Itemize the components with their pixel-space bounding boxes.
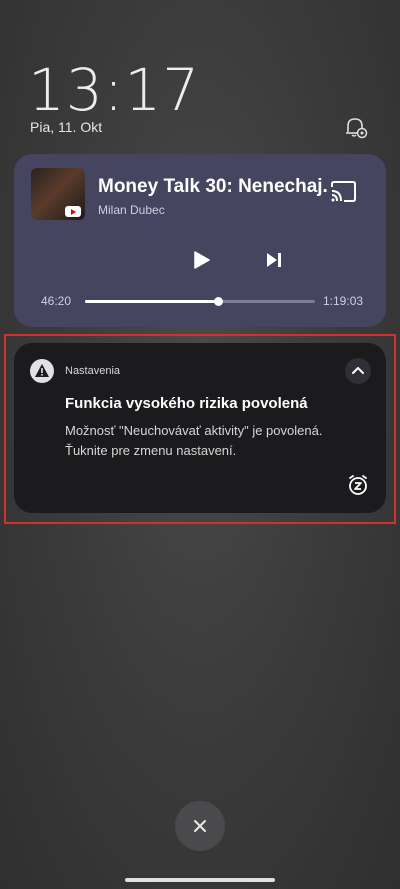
notification-app-name: Nastavenia <box>65 365 121 377</box>
notification-body: Možnosť "Neuchovávať aktivity" je povole… <box>65 423 323 458</box>
elapsed-time: 46:20 <box>41 294 72 308</box>
cast-icon <box>331 181 356 202</box>
media-thumbnail <box>31 168 85 220</box>
cast-button[interactable] <box>329 180 357 204</box>
play-button[interactable] <box>190 248 212 272</box>
dismiss-all-button[interactable] <box>175 801 225 851</box>
play-icon <box>194 251 210 269</box>
youtube-icon <box>65 206 81 217</box>
settings-button[interactable] <box>343 114 369 140</box>
clock: 13:17 <box>28 56 201 124</box>
chevron-up-icon <box>352 367 364 374</box>
skip-next-button[interactable] <box>264 250 284 270</box>
warning-icon <box>30 359 54 383</box>
seek-bar-fill <box>85 300 219 303</box>
seek-bar-handle[interactable] <box>213 297 223 306</box>
media-title: Money Talk 30: Nenechaj... <box>98 176 328 197</box>
skip-next-icon <box>267 253 281 267</box>
settings-gear-icon <box>346 118 368 139</box>
media-artist: Milan Dubec <box>98 203 165 217</box>
seek-bar[interactable] <box>85 297 315 306</box>
notification-card[interactable]: Nastavenia Funkcia vysokého rizika povol… <box>14 343 386 513</box>
notification-title: Funkcia vysokého rizika povolená <box>65 395 308 412</box>
snooze-alarm-icon <box>349 475 367 495</box>
collapse-button[interactable] <box>345 358 371 384</box>
date: Pia, 11. Okt <box>30 119 103 135</box>
media-player-card[interactable]: Money Talk 30: Nenechaj... Milan Dubec 4… <box>14 154 386 327</box>
total-duration: 1:19:03 <box>323 294 364 308</box>
home-indicator[interactable] <box>125 878 275 882</box>
snooze-button[interactable] <box>347 474 369 496</box>
close-icon <box>194 820 206 832</box>
